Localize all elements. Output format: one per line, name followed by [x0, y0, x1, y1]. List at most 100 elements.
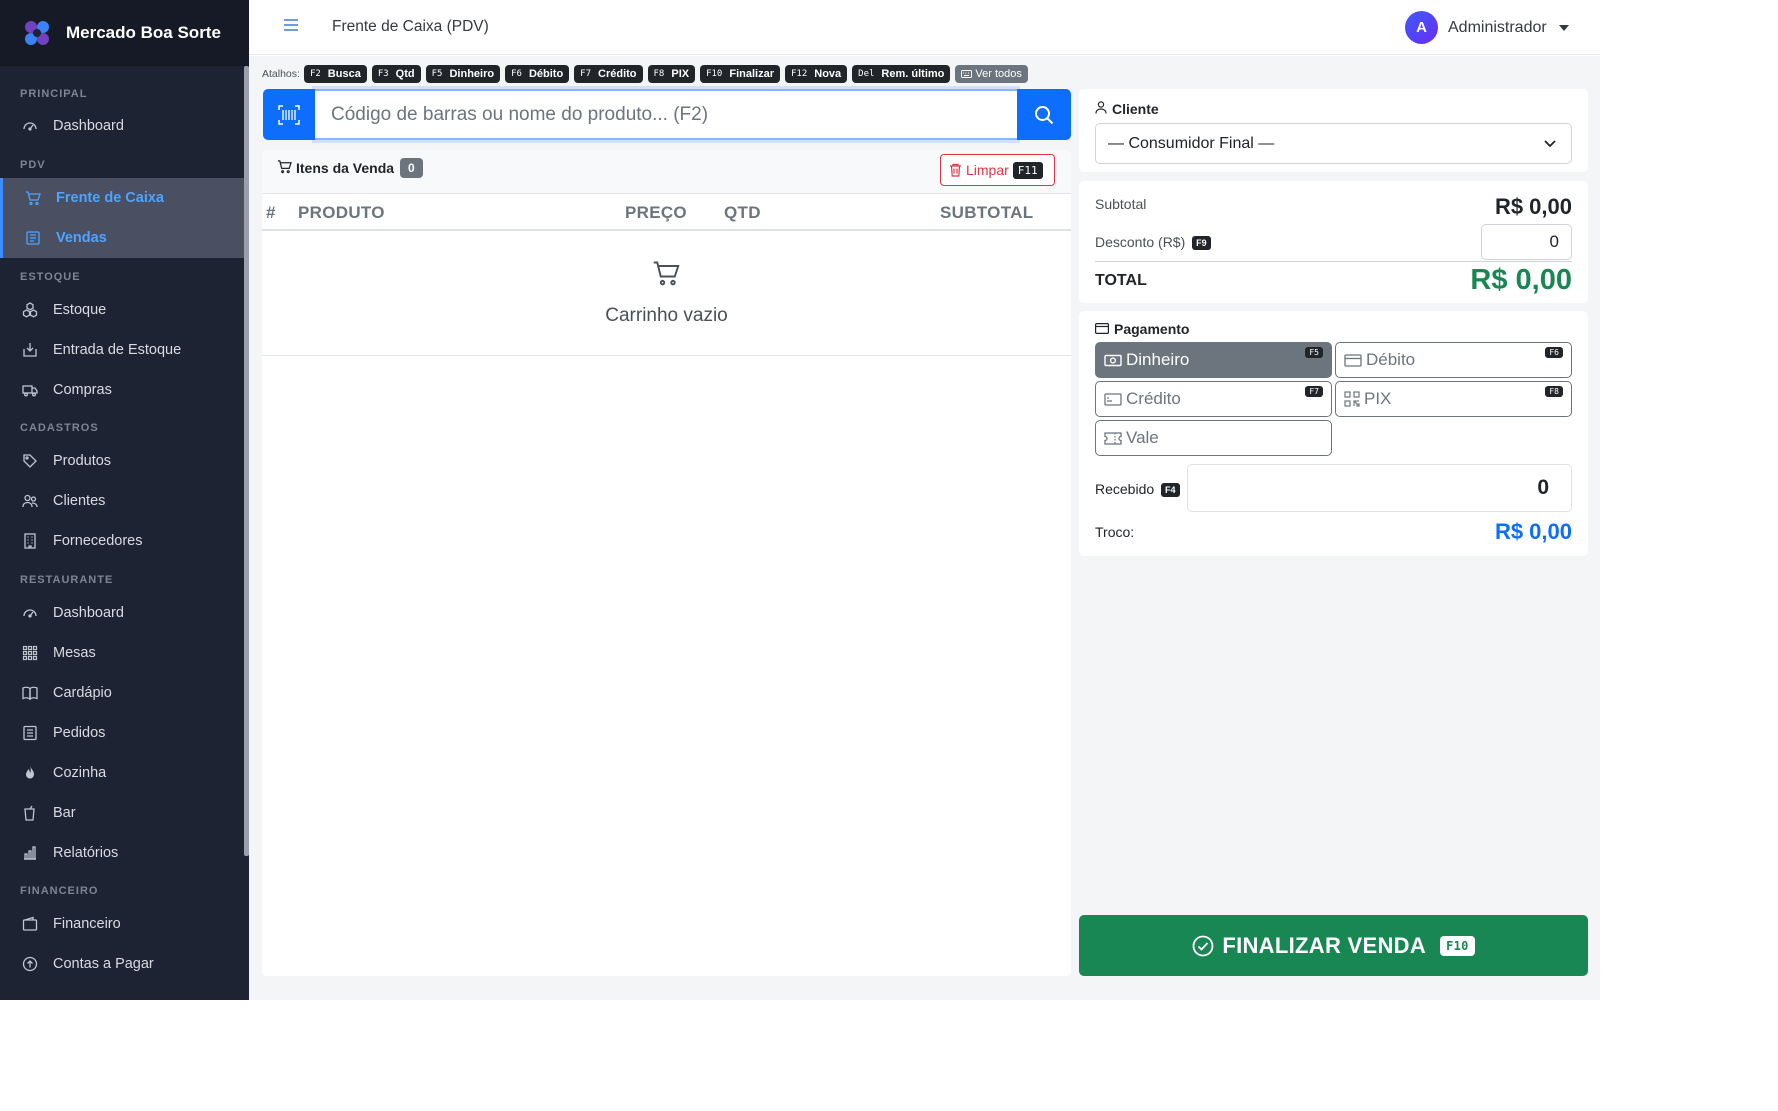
arrow-up-circle-icon: [21, 955, 39, 973]
section-principal: PRINCIPAL: [20, 88, 88, 100]
received-input[interactable]: 0: [1187, 464, 1572, 512]
payment-label: Pagamento: [1114, 321, 1190, 337]
sidebar-item-label: Fornecedores: [53, 533, 143, 549]
qr-code-icon: [1344, 391, 1360, 407]
barcode-scan-button[interactable]: [263, 89, 315, 140]
section-restaurante: RESTAURANTE: [20, 574, 114, 586]
shortcut-ver-todos-button[interactable]: Ver todos: [955, 64, 1028, 83]
sidebar-item-label: Produtos: [53, 453, 112, 469]
pay-method-credito[interactable]: Crédito F7: [1095, 381, 1332, 417]
sidebar-item-label: Pedidos: [53, 725, 106, 741]
sidebar-item-produtos[interactable]: Produtos: [0, 441, 244, 481]
client-title: Cliente: [1095, 101, 1159, 117]
client-select[interactable]: — Consumidor Final —: [1095, 123, 1572, 164]
book-icon: [21, 684, 39, 702]
shortcut-busca[interactable]: F2 Busca: [303, 64, 367, 83]
shortcut-label: Qtd: [395, 67, 415, 80]
box-arrow-in-icon: [21, 341, 39, 359]
search-input[interactable]: [331, 103, 1017, 126]
col-preco: PREÇO: [625, 203, 687, 222]
discount-input[interactable]: 0: [1481, 224, 1572, 260]
discount-label: Desconto (R$): [1095, 234, 1186, 250]
sidebar-item-mesas[interactable]: Mesas: [0, 633, 244, 673]
shortcut-finalizar[interactable]: F10 Finalizar: [700, 64, 780, 83]
shortcut-qtd[interactable]: F3 Qtd: [371, 64, 421, 83]
pay-method-debito[interactable]: Débito F6: [1335, 342, 1572, 378]
search-input-wrapper: [315, 89, 1017, 140]
section-financeiro: FINANCEIRO: [20, 885, 99, 897]
shortcut-key: F5: [431, 68, 443, 79]
pay-method-key: F7: [1305, 386, 1323, 397]
shortcut-label: Dinheiro: [449, 67, 495, 80]
received-label-wrap: Recebido F4: [1095, 481, 1180, 498]
cup-icon: [21, 804, 39, 822]
sidebar-item-cozinha[interactable]: Cozinha: [0, 753, 244, 793]
menu-toggle-icon[interactable]: [283, 18, 299, 37]
pay-method-pix[interactable]: PIX F8: [1335, 381, 1572, 417]
finalize-sale-button[interactable]: FINALIZAR VENDA F10: [1079, 915, 1588, 976]
col-produto: PRODUTO: [298, 203, 385, 222]
sidebar-item-compras[interactable]: Compras: [0, 370, 244, 410]
shortcut-debito[interactable]: F6 Débito: [505, 64, 570, 83]
sidebar-item-label: Contas a Pagar: [53, 956, 154, 972]
pay-method-dinheiro[interactable]: Dinheiro F5: [1095, 342, 1332, 378]
trash-icon: [950, 163, 961, 177]
sidebar-item-label: Estoque: [53, 302, 107, 318]
sidebar-item-financeiro[interactable]: Financeiro: [0, 904, 244, 944]
check-circle-icon: [1192, 935, 1214, 957]
sidebar: Mercado Boa Sorte PRINCIPAL Dashboard PD…: [0, 0, 249, 1000]
pay-method-vale[interactable]: Vale: [1095, 420, 1332, 456]
sidebar-item-pedidos[interactable]: Pedidos: [0, 713, 244, 753]
shortcut-key: F10: [706, 68, 723, 79]
sidebar-item-vendas[interactable]: Vendas: [0, 218, 244, 258]
sidebar-item-label: Mesas: [53, 645, 96, 661]
pay-method-label: Débito: [1366, 350, 1416, 369]
sidebar-item-dashboard[interactable]: Dashboard: [0, 106, 244, 146]
change-value: R$ 0,00: [1494, 519, 1572, 544]
section-pdv: PDV: [20, 159, 46, 171]
shortcut-credito[interactable]: F7 Crédito: [574, 64, 643, 83]
sidebar-item-label: Cozinha: [53, 765, 107, 781]
shortcut-key: F2: [309, 68, 321, 79]
sidebar-item-estoque[interactable]: Estoque: [0, 290, 244, 330]
shortcut-rem-ultimo[interactable]: Del Rem. último: [852, 64, 951, 83]
user-menu[interactable]: A Administrador: [1405, 11, 1569, 44]
cart-icon: [652, 259, 680, 292]
shortcuts-label: Atalhos:: [262, 67, 300, 80]
sidebar-item-label: Compras: [53, 382, 112, 398]
shortcut-nova[interactable]: F12 Nova: [784, 64, 848, 83]
clear-cart-button[interactable]: Limpar F11: [940, 154, 1055, 186]
sidebar-item-cardapio[interactable]: Cardápio: [0, 673, 244, 713]
shortcut-key: F3: [377, 68, 389, 79]
shortcut-key: F12: [790, 68, 808, 79]
bar-chart-icon: [21, 844, 39, 862]
pay-method-label: Dinheiro: [1126, 350, 1190, 369]
shortcut-label: Ver todos: [975, 67, 1022, 80]
sidebar-item-fornecedores[interactable]: Fornecedores: [0, 521, 244, 561]
brand-name: Mercado Boa Sorte: [66, 23, 221, 42]
discount-key: F9: [1192, 236, 1211, 251]
sidebar-item-dashboard-restaurante[interactable]: Dashboard: [0, 593, 244, 633]
shortcut-dinheiro[interactable]: F5 Dinheiro: [425, 64, 501, 83]
pay-method-key: F5: [1305, 347, 1323, 358]
finalize-label: FINALIZAR VENDA: [1222, 932, 1427, 958]
caret-down-icon: [1558, 24, 1569, 31]
user-name: Administrador: [1448, 18, 1547, 36]
sidebar-item-entrada-de-estoque[interactable]: Entrada de Estoque: [0, 330, 244, 370]
section-cadastros: CADASTROS: [20, 422, 99, 434]
subtotal-label: Subtotal: [1095, 196, 1147, 212]
gauge-icon: [21, 604, 39, 622]
sidebar-item-clientes[interactable]: Clientes: [0, 481, 244, 521]
payment-card: Pagamento Dinheiro F5 Débito F6 Crédito …: [1079, 311, 1588, 556]
sidebar-item-frente-de-caixa[interactable]: Frente de Caixa: [0, 178, 244, 218]
search-button[interactable]: [1017, 89, 1071, 140]
discount-label-wrap: Desconto (R$) F9: [1095, 234, 1211, 251]
sidebar-item-label: Entrada de Estoque: [53, 342, 182, 358]
brand[interactable]: Mercado Boa Sorte: [0, 0, 249, 66]
sidebar-item-bar[interactable]: Bar: [0, 793, 244, 833]
client-label: Cliente: [1112, 101, 1159, 117]
col-subtotal: SUBTOTAL: [940, 203, 1034, 222]
shortcut-pix[interactable]: F8 PIX: [647, 64, 696, 83]
sidebar-item-contas-a-pagar[interactable]: Contas a Pagar: [0, 944, 244, 984]
sidebar-item-relatorios[interactable]: Relatórios: [0, 833, 244, 873]
